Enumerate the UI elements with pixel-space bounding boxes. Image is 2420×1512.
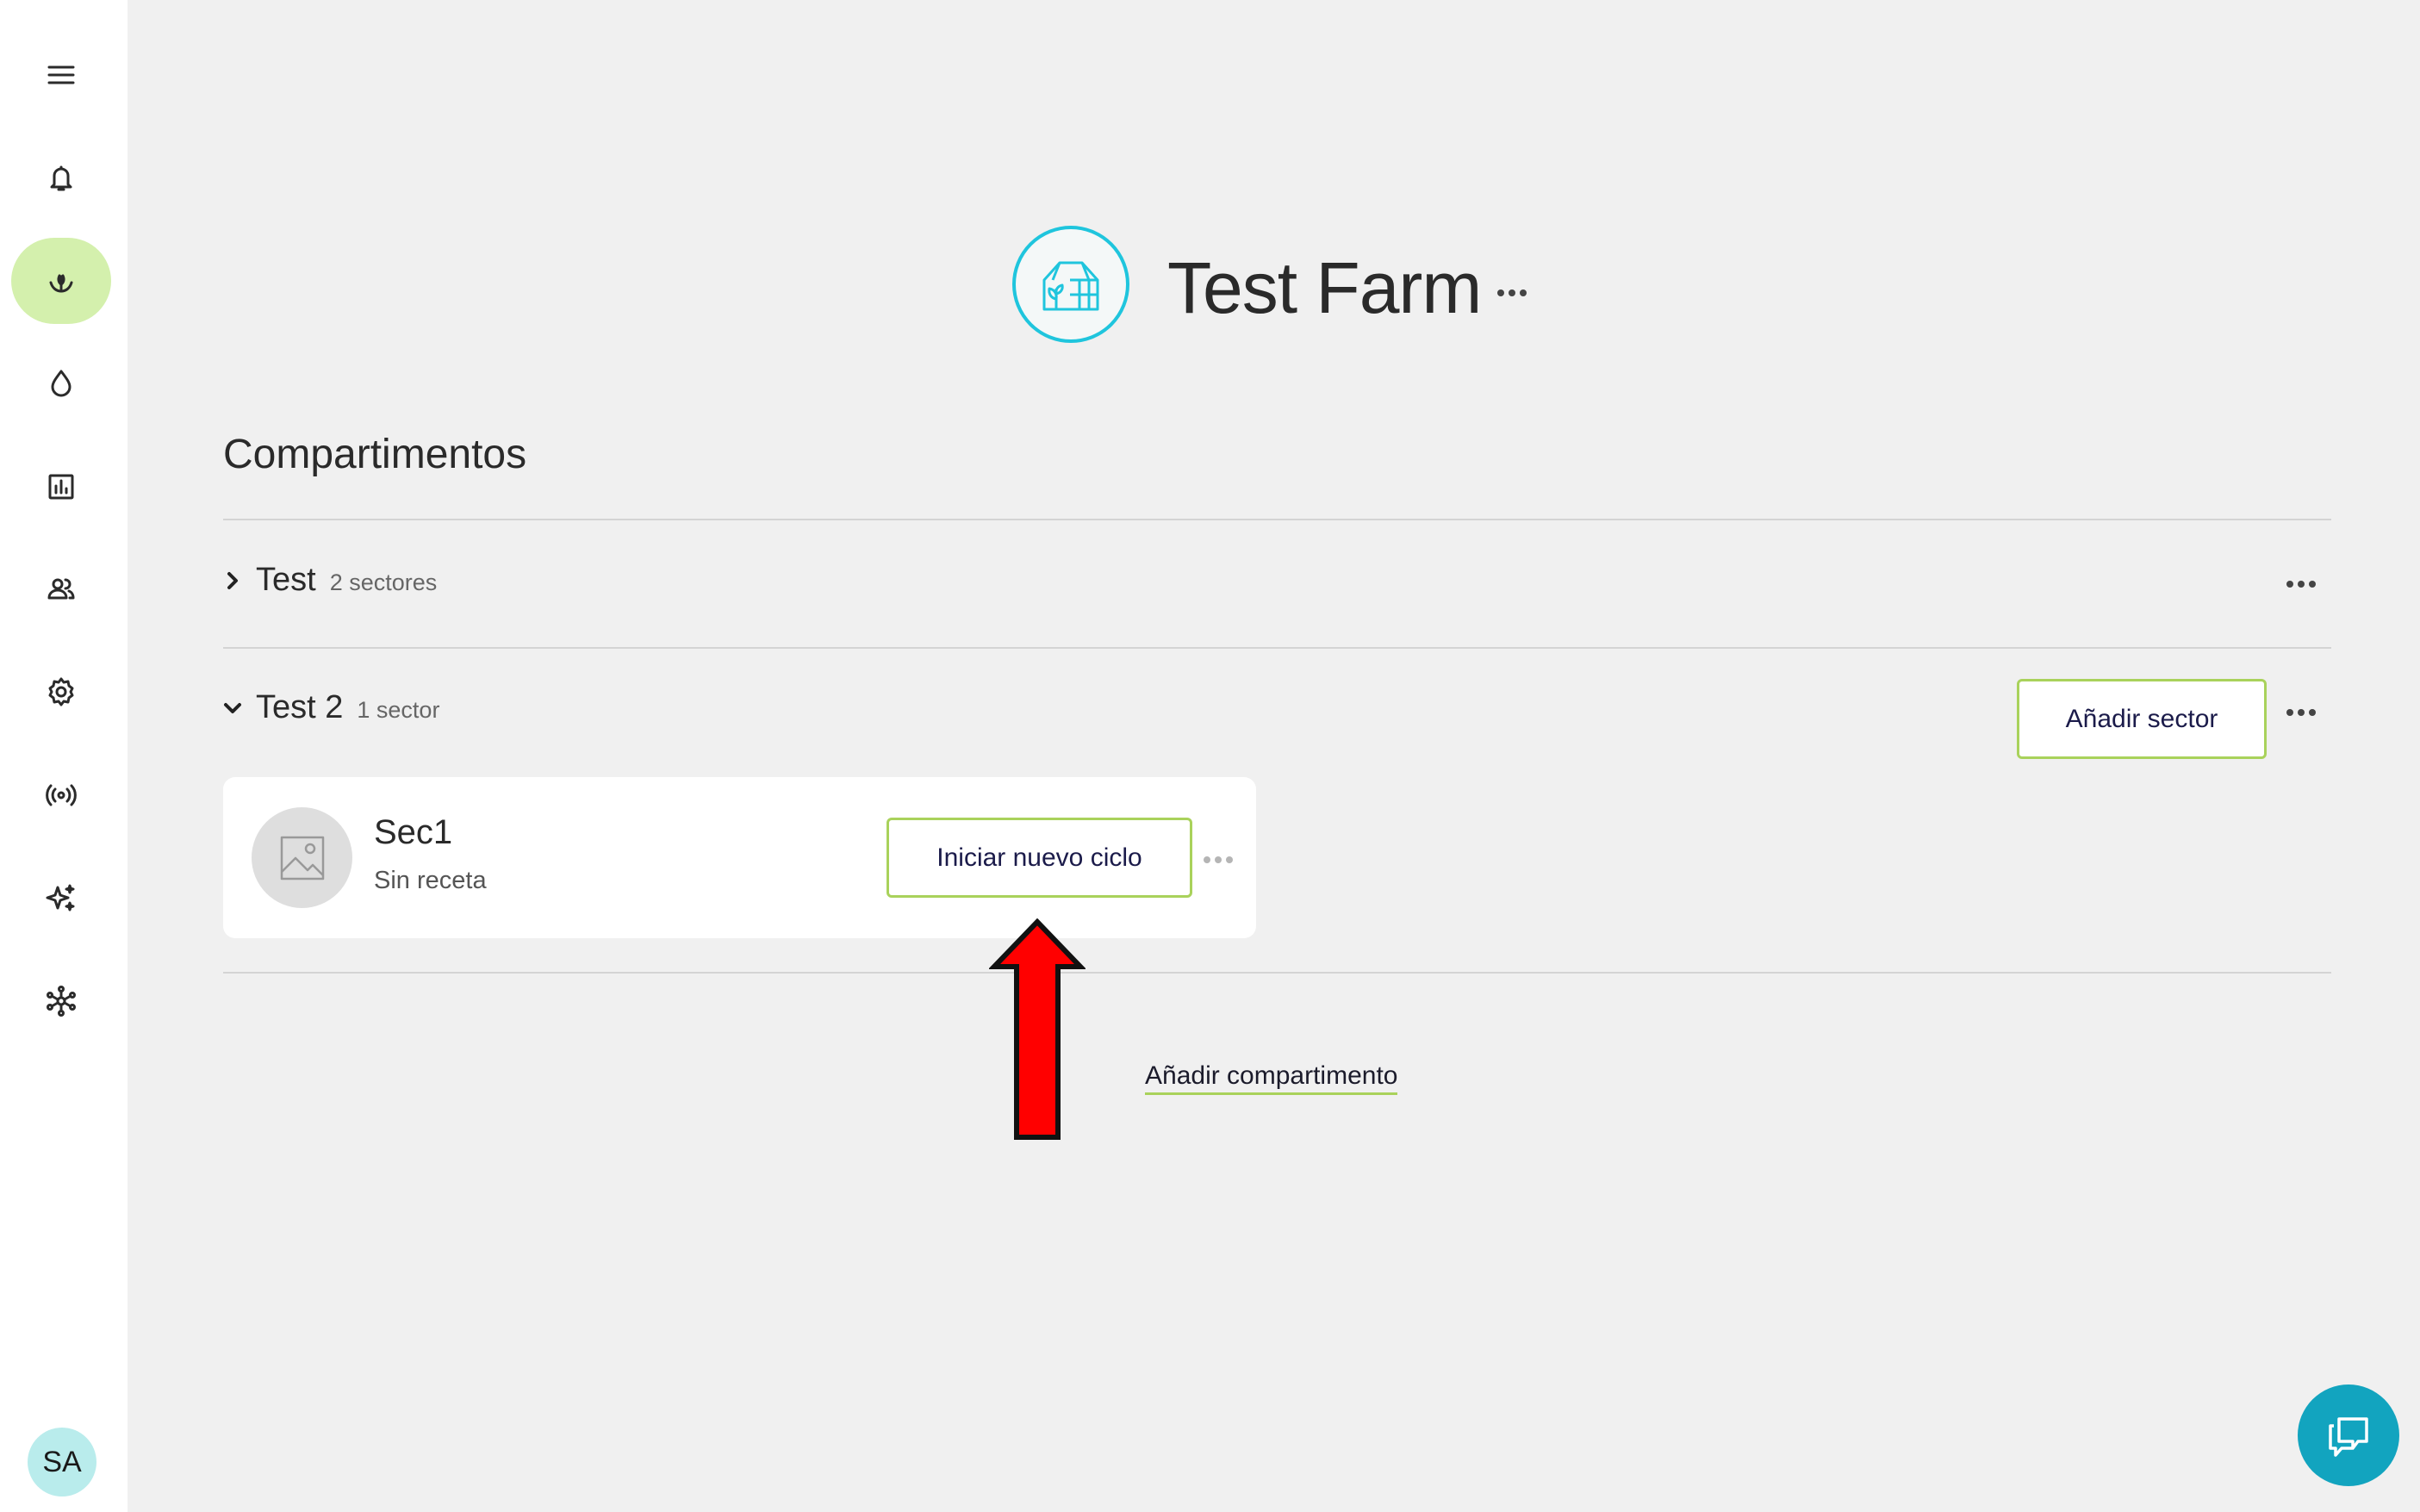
add-compartment-link[interactable]: Añadir compartimento xyxy=(1145,1061,1398,1095)
sector-name: Sec1 xyxy=(374,813,453,851)
nav-ai[interactable] xyxy=(11,855,111,941)
sector-card: Sec1 Sin receta Iniciar nuevo ciclo xyxy=(223,777,1256,938)
sector-image-placeholder xyxy=(252,807,352,908)
chevron-right-icon[interactable] xyxy=(223,571,242,590)
signal-icon xyxy=(46,784,77,806)
compartment-row-test-2[interactable]: Test 2 1 sector xyxy=(223,689,439,726)
nav-notifications[interactable] xyxy=(11,134,111,221)
add-sector-button[interactable]: Añadir sector xyxy=(2017,679,2267,759)
sprout-icon xyxy=(49,274,73,293)
sidebar: SA xyxy=(0,0,128,1512)
compartment-name: Test 2 xyxy=(256,689,344,725)
compartment-options-button[interactable] xyxy=(2286,581,2316,588)
nav-devices[interactable] xyxy=(11,752,111,838)
gear-icon xyxy=(48,677,74,706)
farm-title: Test Farm xyxy=(1167,247,1482,328)
compartment-options-button[interactable] xyxy=(2286,709,2316,716)
divider xyxy=(223,647,2331,649)
farm-avatar xyxy=(1012,226,1129,343)
users-icon xyxy=(47,578,75,600)
bell-icon xyxy=(50,165,72,191)
sector-options-button[interactable] xyxy=(1204,856,1233,863)
nav-settings[interactable] xyxy=(11,649,111,735)
chart-icon xyxy=(48,474,74,500)
farm-options-button[interactable] xyxy=(1497,289,1527,296)
sparkles-icon xyxy=(46,884,75,912)
start-new-cycle-button[interactable]: Iniciar nuevo ciclo xyxy=(887,818,1192,898)
compartment-name: Test xyxy=(256,562,316,598)
user-avatar[interactable]: SA xyxy=(28,1428,96,1496)
nav-farm[interactable] xyxy=(11,238,111,324)
network-icon xyxy=(47,986,76,1017)
nav-reports[interactable] xyxy=(11,444,111,530)
divider xyxy=(223,519,2331,520)
nav-integrations[interactable] xyxy=(11,958,111,1044)
chat-button[interactable] xyxy=(2298,1384,2399,1486)
annotation-arrow xyxy=(989,918,1086,1140)
greenhouse-icon xyxy=(1042,261,1099,311)
chevron-down-icon[interactable] xyxy=(223,699,242,718)
nav-users[interactable] xyxy=(11,546,111,632)
nav-irrigation[interactable] xyxy=(11,340,111,426)
compartment-count: 1 sector xyxy=(357,697,440,723)
image-placeholder-icon xyxy=(280,836,324,880)
divider xyxy=(223,972,2331,974)
compartment-row-test[interactable]: Test 2 sectores xyxy=(223,562,437,599)
compartment-count: 2 sectores xyxy=(329,569,438,595)
sector-recipe: Sin receta xyxy=(374,867,487,894)
menu-button[interactable] xyxy=(11,32,111,118)
drop-icon xyxy=(51,370,72,397)
menu-icon xyxy=(47,65,75,84)
chat-icon xyxy=(2329,1417,2368,1457)
section-title: Compartimentos xyxy=(223,432,527,477)
